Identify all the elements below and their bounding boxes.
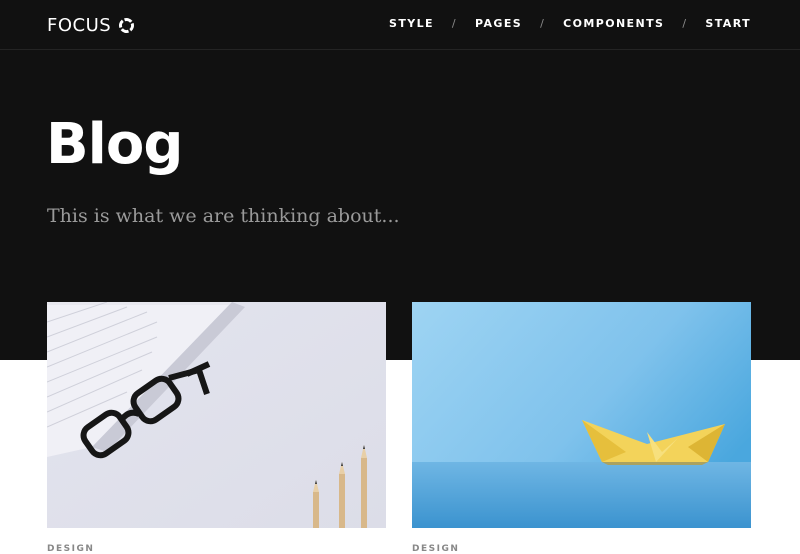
post-card-image[interactable] [412,302,751,528]
nav-item-components[interactable]: COMPONENTS [563,17,664,30]
post-category[interactable]: DESIGN [412,544,459,554]
post-category[interactable]: DESIGN [47,544,94,554]
nav-separator: / [451,17,458,30]
nav-separator: / [540,17,546,30]
glasses-notebook-pencils-photo [47,302,386,528]
nav-item-style[interactable]: STYLE [389,17,434,30]
main-nav: STYLE / PAGES / COMPONENTS / START [389,17,751,30]
nav-item-pages[interactable]: PAGES [475,17,522,30]
post-card-image[interactable] [47,302,386,528]
page-subtitle: This is what we are thinking about... [47,205,400,227]
nav-item-start[interactable]: START [705,17,751,30]
ring-logo-icon [118,17,135,34]
page-title: Blog [46,112,183,177]
brand-logo[interactable]: FOCUS [47,13,135,37]
brand-name: FOCUS [47,14,112,36]
paper-boat-photo [412,302,751,528]
top-navbar: FOCUS STYLE / PAGES / COMPONENTS / START [0,0,800,50]
nav-separator: / [682,17,688,30]
